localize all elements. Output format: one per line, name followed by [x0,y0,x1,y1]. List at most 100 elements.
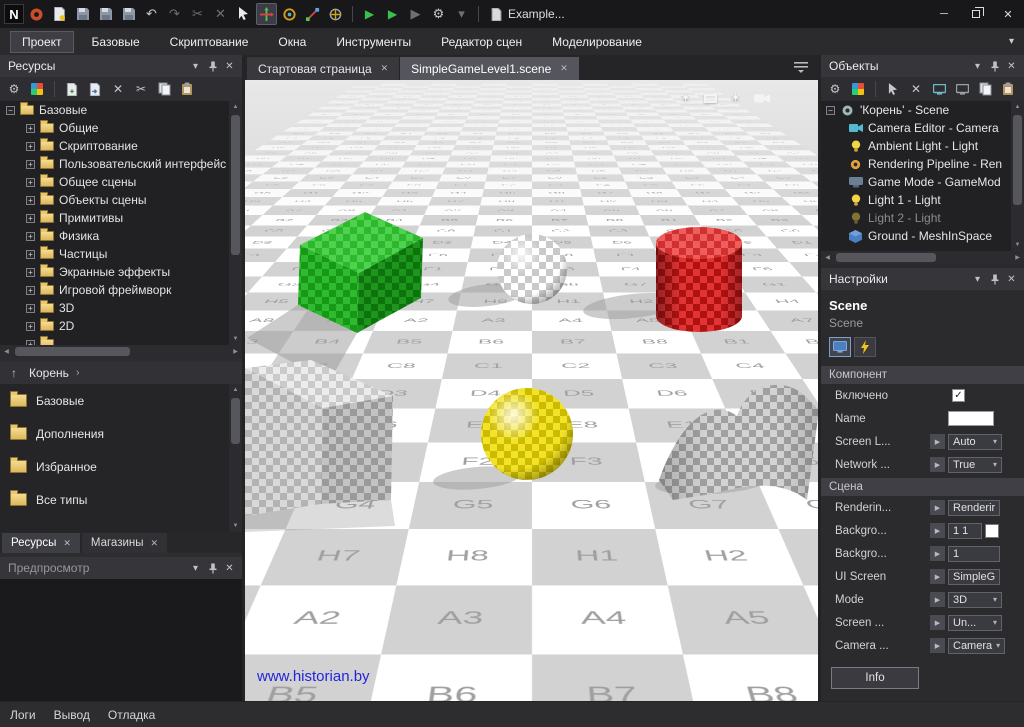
close-icon[interactable]: ✕ [221,560,238,576]
scene-viewport[interactable]: E1E2E3E4E5E6E7E8E1E2E3E4E5E6F4F5F6F7F8F1… [245,80,818,701]
tree-item[interactable]: +Скриптование [0,137,229,155]
settings-window-icon[interactable] [952,79,972,99]
transform-tool-icon[interactable] [325,3,346,25]
pin-icon[interactable] [986,58,1003,74]
vertical-scrollbar[interactable]: ▲ ▼ [1011,101,1024,251]
scroll-up-icon[interactable]: ▲ [1011,101,1024,113]
expand-icon[interactable]: ▶ [930,569,945,584]
scrollbar-thumb[interactable] [15,347,130,356]
expand-icon[interactable]: ▶ [930,546,945,561]
scroll-down-icon[interactable]: ▼ [1011,239,1024,251]
lighting-icon[interactable]: ✶ [680,90,691,106]
scrollbar-thumb[interactable] [231,398,240,444]
scroll-left-icon[interactable]: ◀ [821,251,834,264]
project-icon[interactable] [26,3,47,25]
pin-icon[interactable] [204,58,221,74]
scrollbar-thumb[interactable] [231,115,240,255]
menu-tab-windows[interactable]: Окна [266,31,318,53]
object-item[interactable]: Light 1 - Light [821,191,1011,209]
select-tool-icon[interactable] [233,3,254,25]
display-options-icon[interactable] [27,79,47,99]
pin-icon[interactable] [204,560,221,576]
expand-icon[interactable]: ▶ [930,592,945,607]
undo-icon[interactable]: ↶ [141,3,162,25]
expand-icon[interactable]: ▶ [930,457,945,472]
display-mode-icon[interactable] [704,94,717,103]
object-item-disabled[interactable]: Light 2 - Light [821,209,1011,227]
save-as-icon[interactable] [95,3,116,25]
close-button[interactable]: ✕ [992,0,1024,28]
expand-icon[interactable]: + [26,196,35,205]
vertical-scrollbar[interactable]: ▲ ▼ [229,384,242,532]
save-icon[interactable] [72,3,93,25]
scrollbar-thumb[interactable] [836,253,936,262]
expand-icon[interactable]: + [26,286,35,295]
cut-icon[interactable]: ✂ [187,3,208,25]
close-icon[interactable]: ✕ [63,538,71,549]
group-item[interactable]: Избранное [0,450,242,483]
restore-button[interactable] [960,0,992,28]
panel-menu-icon[interactable]: ▾ [187,560,204,576]
tree-item[interactable]: +Примитивы [0,209,229,227]
move-tool-icon[interactable] [256,3,277,25]
expand-icon[interactable]: + [26,304,35,313]
object-item[interactable]: Ground - MeshInSpace [821,227,1011,245]
expand-icon[interactable]: + [26,214,35,223]
build-icon[interactable]: ⚙ [428,3,449,25]
navigate-up-icon[interactable]: ↑ [6,365,22,381]
menu-tab-tools[interactable]: Инструменты [324,31,423,53]
vertical-scrollbar[interactable]: ▲ ▼ [229,101,242,345]
effects-icon[interactable]: ✶ [730,90,741,106]
copy-icon[interactable] [154,79,174,99]
expand-icon[interactable]: + [26,178,35,187]
menu-tab-scene-editor[interactable]: Редактор сцен [429,31,534,53]
collapse-icon[interactable]: − [6,106,15,115]
scale-tool-icon[interactable] [302,3,323,25]
object-item[interactable]: Game Mode - GameMod [821,173,1011,191]
tree-item[interactable]: +2D [0,317,229,335]
status-item-debug[interactable]: Отладка [108,708,155,722]
play-icon[interactable]: ▶ [359,3,380,25]
tree-item[interactable]: +Общее сцены [0,173,229,191]
delete-icon[interactable]: ✕ [210,3,231,25]
delete-icon[interactable]: ✕ [906,79,926,99]
expand-icon[interactable]: ▶ [930,615,945,630]
close-icon[interactable]: ✕ [151,538,159,549]
tab-list-icon[interactable] [792,60,810,75]
import-resource-icon[interactable] [85,79,105,99]
pin-icon[interactable] [986,271,1003,287]
tree-item[interactable]: +Общие [0,119,229,137]
menu-overflow-icon[interactable]: ▾ [1009,36,1014,47]
menu-tab-scripting[interactable]: Скриптование [158,31,261,53]
run-icon[interactable]: ▶ [382,3,403,25]
group-item[interactable]: Все типы [0,483,242,516]
camera-dropdown[interactable]: Camera▾ [948,638,1005,654]
collapse-icon[interactable]: − [826,106,835,115]
expand-icon[interactable]: + [26,160,35,169]
expand-icon[interactable]: ▶ [930,434,945,449]
new-resource-icon[interactable] [62,79,82,99]
enabled-checkbox[interactable]: ✓ [952,389,965,402]
new-file-icon[interactable] [49,3,70,25]
tab-start-page[interactable]: Стартовая страница✕ [247,57,399,80]
panel-menu-icon[interactable]: ▾ [969,58,986,74]
tree-item[interactable]: +Игровой фреймворк [0,281,229,299]
mode-dropdown[interactable]: 3D▾ [948,592,1002,608]
tree-item[interactable]: +Пользовательский интерфейс [0,155,229,173]
select-icon[interactable] [883,79,903,99]
tools-dropdown-icon[interactable]: ▾ [451,3,472,25]
close-icon[interactable]: ✕ [221,58,238,74]
status-item-logs[interactable]: Логи [10,708,36,722]
breadcrumb-root[interactable]: Корень [29,366,69,380]
tree-item[interactable]: +Экранные эффекты [0,263,229,281]
object-item-root[interactable]: −'Корень' - Scene [821,101,1011,119]
object-item[interactable]: Rendering Pipeline - Ren [821,155,1011,173]
expand-icon[interactable]: ▶ [930,523,945,538]
expand-icon[interactable]: + [26,250,35,259]
tab-scene[interactable]: SimpleGameLevel1.scene✕ [400,57,579,80]
app-logo-icon[interactable]: N [4,4,24,24]
tab-stores[interactable]: Магазины✕ [82,533,167,553]
scroll-down-icon[interactable]: ▼ [229,333,242,345]
ui-screen-field[interactable]: SimpleG [948,569,1000,585]
close-icon[interactable]: ✕ [1003,271,1020,287]
